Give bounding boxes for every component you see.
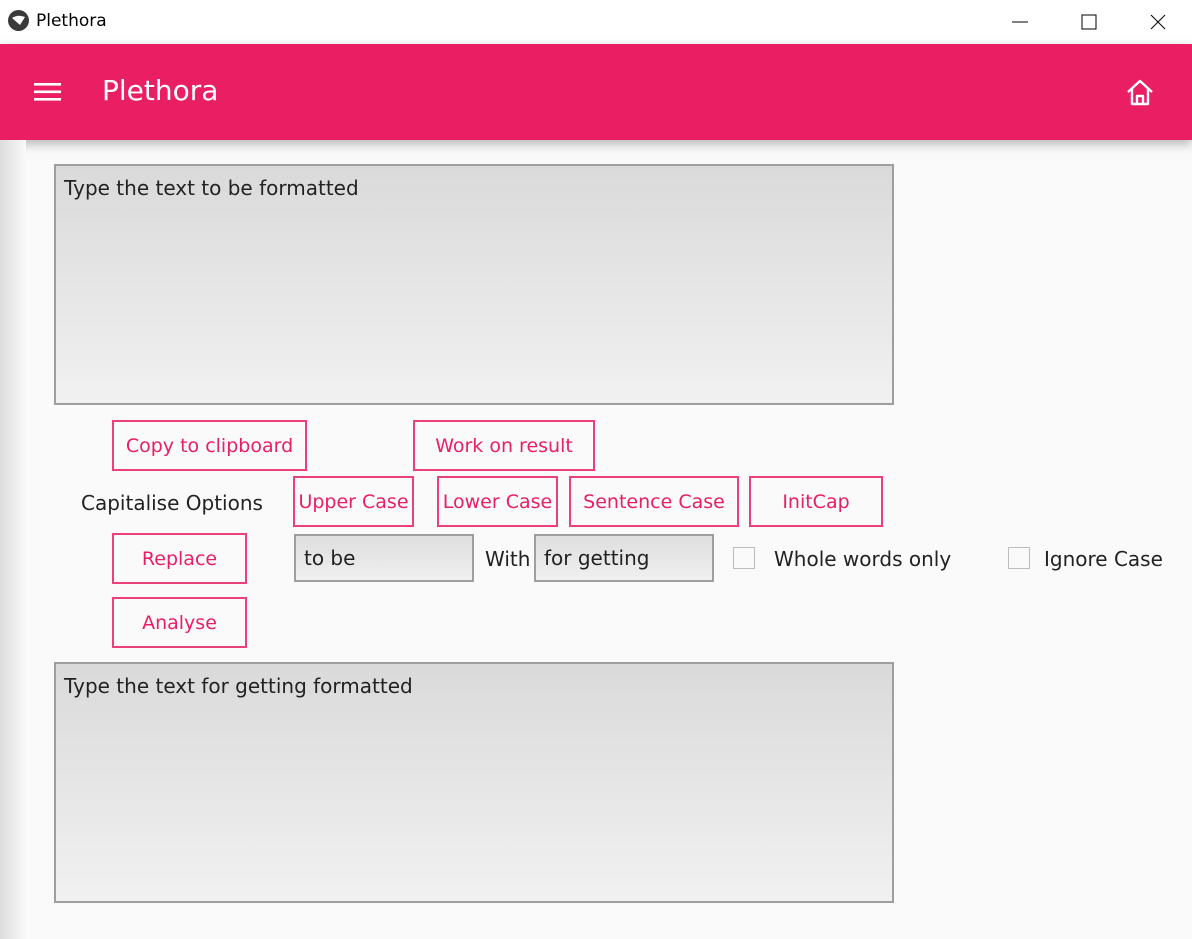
whole-words-label: Whole words only xyxy=(774,547,952,571)
nav-drawer-shadow xyxy=(0,140,26,939)
sentence-case-button[interactable]: Sentence Case xyxy=(569,476,739,527)
ignore-case-checkbox[interactable] xyxy=(1008,547,1030,569)
replace-text-value: for getting xyxy=(544,546,650,570)
ignore-case-label: Ignore Case xyxy=(1044,547,1163,571)
capitalise-options-label: Capitalise Options xyxy=(81,491,263,515)
whole-words-checkbox[interactable] xyxy=(733,547,755,569)
lower-case-button[interactable]: Lower Case xyxy=(437,476,558,527)
replace-button[interactable]: Replace xyxy=(112,533,247,584)
minimize-icon xyxy=(1012,21,1028,23)
copy-to-clipboard-button[interactable]: Copy to clipboard xyxy=(112,420,307,471)
window-title: Plethora xyxy=(36,11,107,31)
input-text-placeholder: Type the text to be formatted xyxy=(64,176,359,200)
initcap-button[interactable]: InitCap xyxy=(749,476,883,527)
output-text-placeholder: Type the text for getting formatted xyxy=(64,674,413,698)
upper-case-button[interactable]: Upper Case xyxy=(293,476,414,527)
close-icon xyxy=(1150,14,1166,30)
minimize-button[interactable] xyxy=(986,0,1054,44)
find-text-value: to be xyxy=(304,546,356,570)
find-text-input[interactable]: to be xyxy=(294,534,474,582)
home-button[interactable] xyxy=(1123,76,1157,110)
output-text-area[interactable]: Type the text for getting formatted xyxy=(54,662,894,903)
maximize-icon xyxy=(1081,14,1097,30)
app-icon xyxy=(8,10,29,31)
app-bar: Plethora xyxy=(0,44,1192,140)
app-title: Plethora xyxy=(102,74,219,107)
work-on-result-button[interactable]: Work on result xyxy=(413,420,595,471)
window-titlebar: Plethora xyxy=(0,0,1192,44)
close-button[interactable] xyxy=(1124,0,1192,44)
menu-icon xyxy=(34,83,61,101)
maximize-button[interactable] xyxy=(1055,0,1123,44)
replace-text-input[interactable]: for getting xyxy=(534,534,714,582)
analyse-button[interactable]: Analyse xyxy=(112,597,247,648)
menu-button[interactable] xyxy=(30,78,66,106)
home-icon xyxy=(1127,79,1153,106)
input-text-area[interactable]: Type the text to be formatted xyxy=(54,164,894,405)
with-label: With xyxy=(485,547,531,571)
